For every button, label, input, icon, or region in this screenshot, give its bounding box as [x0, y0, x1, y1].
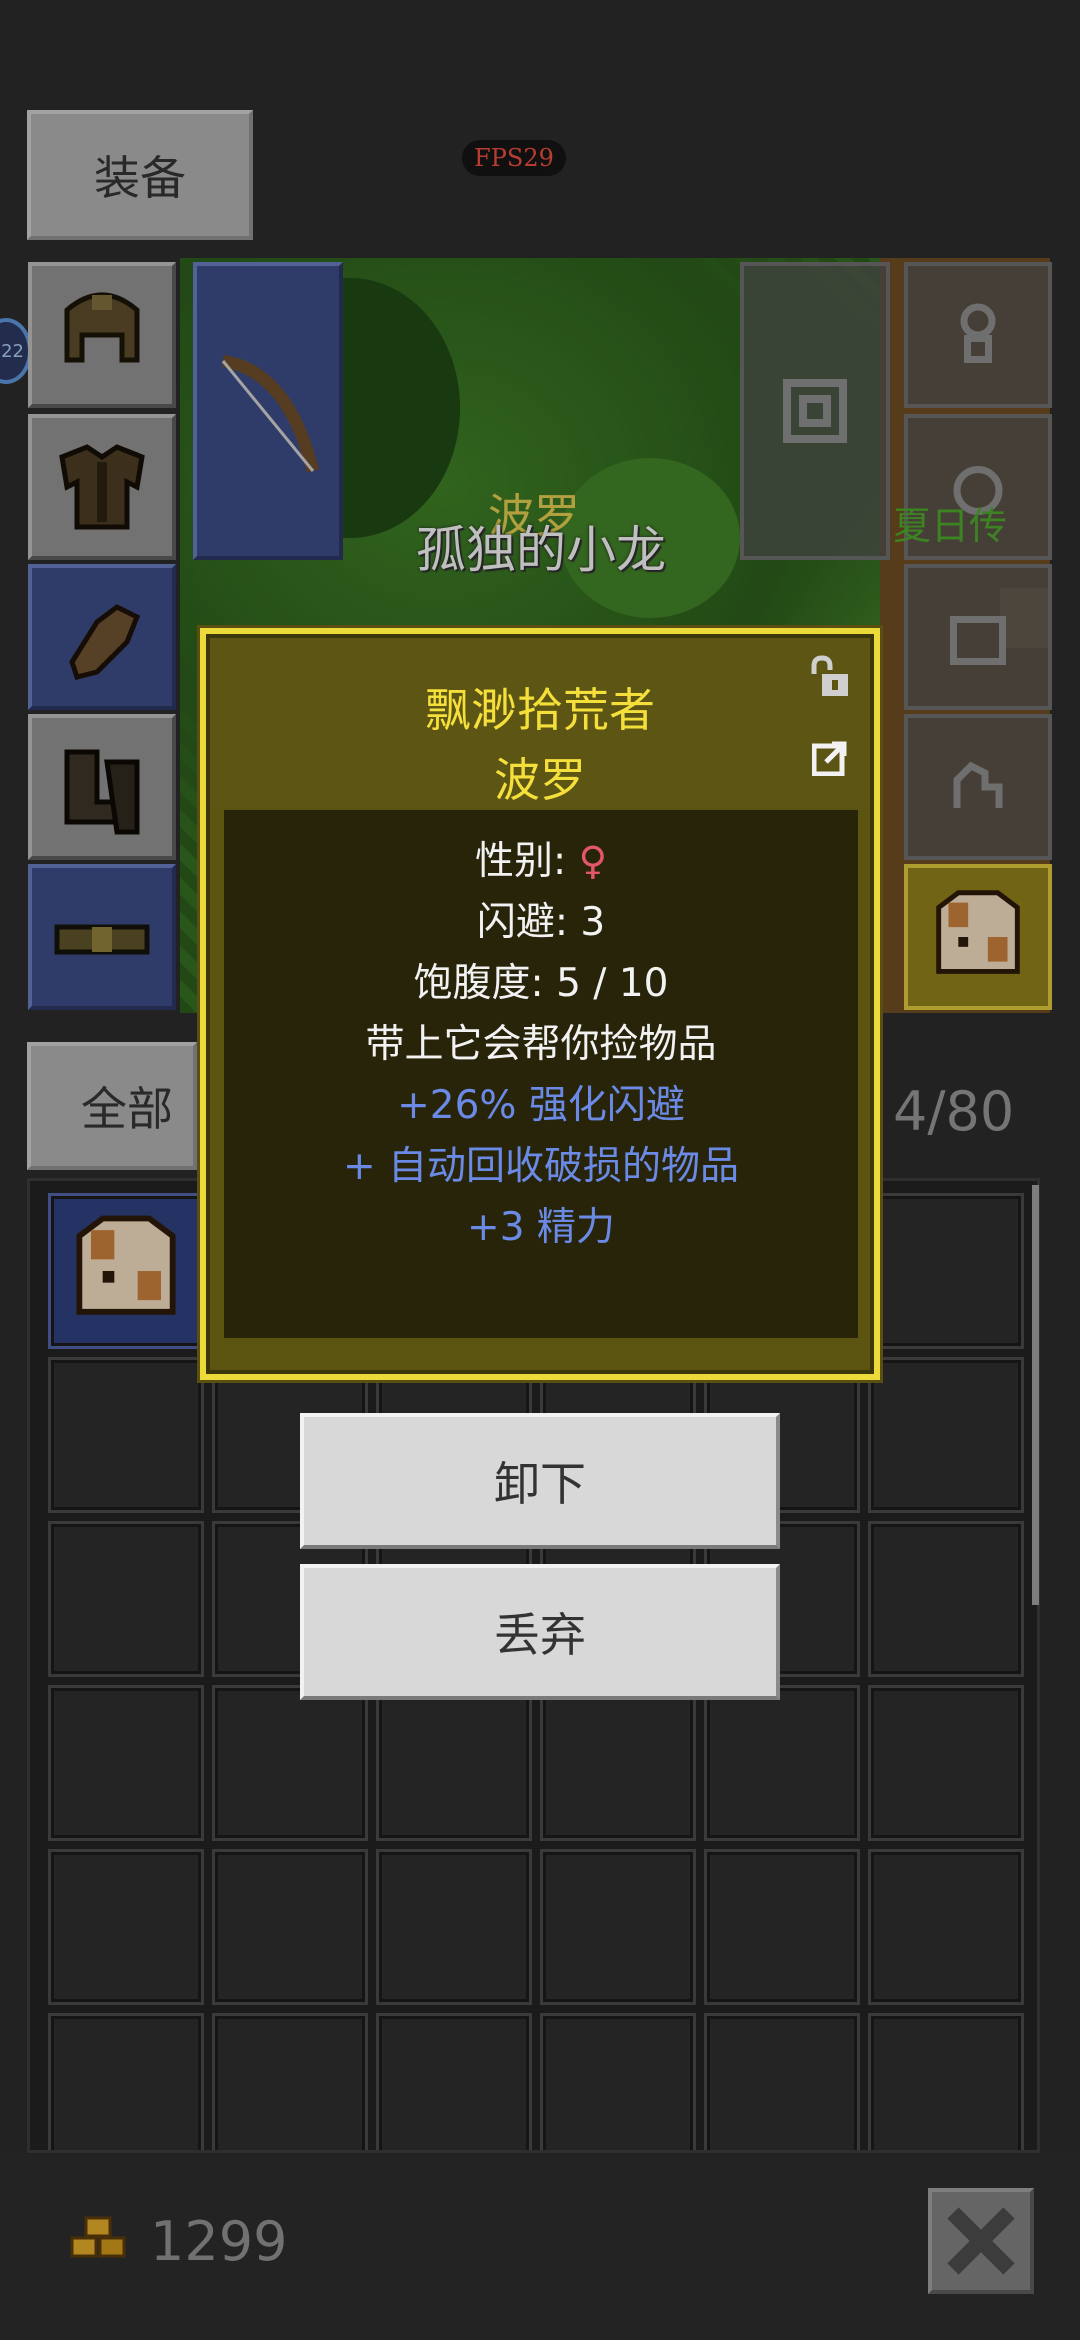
female-symbol: ♀ — [578, 839, 608, 884]
lock-icon[interactable] — [806, 654, 854, 700]
item-title: 飘渺拾荒者 — [425, 683, 655, 737]
popup-header: 飘渺拾荒者 波罗 — [210, 638, 870, 808]
unequip-button[interactable]: 卸下 — [300, 1413, 780, 1549]
satiety-stat: 饱腹度: 5 / 10 — [413, 961, 669, 1006]
item-subtitle: 波罗 — [494, 753, 586, 807]
discard-label: 丢弃 — [494, 1608, 586, 1662]
item-detail-popup: 飘渺拾荒者 波罗 性别: ♀ 闪避: 3 饱腹度: 5 / 10 带上它会帮你捡… — [200, 628, 880, 1380]
discard-button[interactable]: 丢弃 — [300, 1564, 780, 1700]
bonus-recycle: + 自动回收破损的物品 — [342, 1144, 740, 1189]
dodge-stat: 闪避: 3 — [476, 900, 606, 945]
popup-body: 性别: ♀ 闪避: 3 饱腹度: 5 / 10 带上它会帮你捡物品 +26% 强… — [224, 810, 858, 1338]
bonus-dodge: +26% 强化闪避 — [397, 1083, 685, 1128]
unequip-label: 卸下 — [494, 1457, 586, 1511]
bonus-energy: +3 精力 — [467, 1205, 615, 1250]
gender-label: 性别: — [474, 839, 579, 884]
item-description: 带上它会帮你捡物品 — [365, 1022, 717, 1067]
gender-stat: 性别: ♀ — [224, 830, 858, 886]
share-icon[interactable] — [812, 740, 848, 776]
